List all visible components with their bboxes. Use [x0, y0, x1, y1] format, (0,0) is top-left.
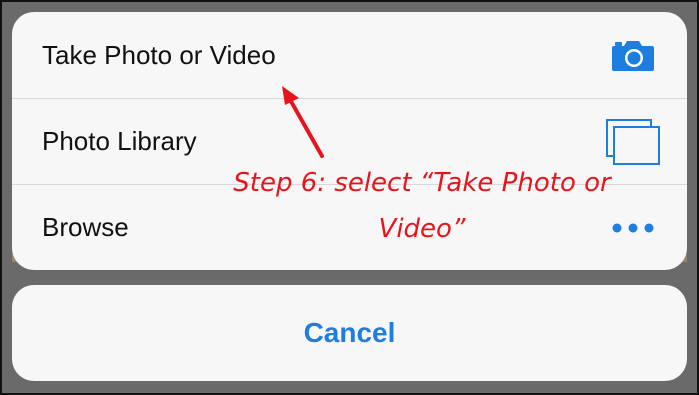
take-photo-or-video-option[interactable]: Take Photo or Video [12, 12, 687, 98]
option-label: Browse [42, 212, 129, 242]
photo-library-option[interactable]: Photo Library [12, 98, 687, 184]
photo-library-icon [603, 117, 663, 167]
more-icon [603, 203, 663, 253]
cancel-label: Cancel [303, 317, 396, 348]
action-sheet: Take Photo or Video Photo Library Browse [12, 12, 687, 270]
option-label: Take Photo or Video [42, 39, 276, 70]
camera-icon [603, 30, 663, 80]
cancel-button[interactable]: Cancel [12, 285, 687, 381]
option-label: Photo Library [42, 126, 197, 156]
screenshot-frame: Take Photo or Video Photo Library Browse… [0, 0, 699, 395]
browse-option[interactable]: Browse [12, 184, 687, 270]
